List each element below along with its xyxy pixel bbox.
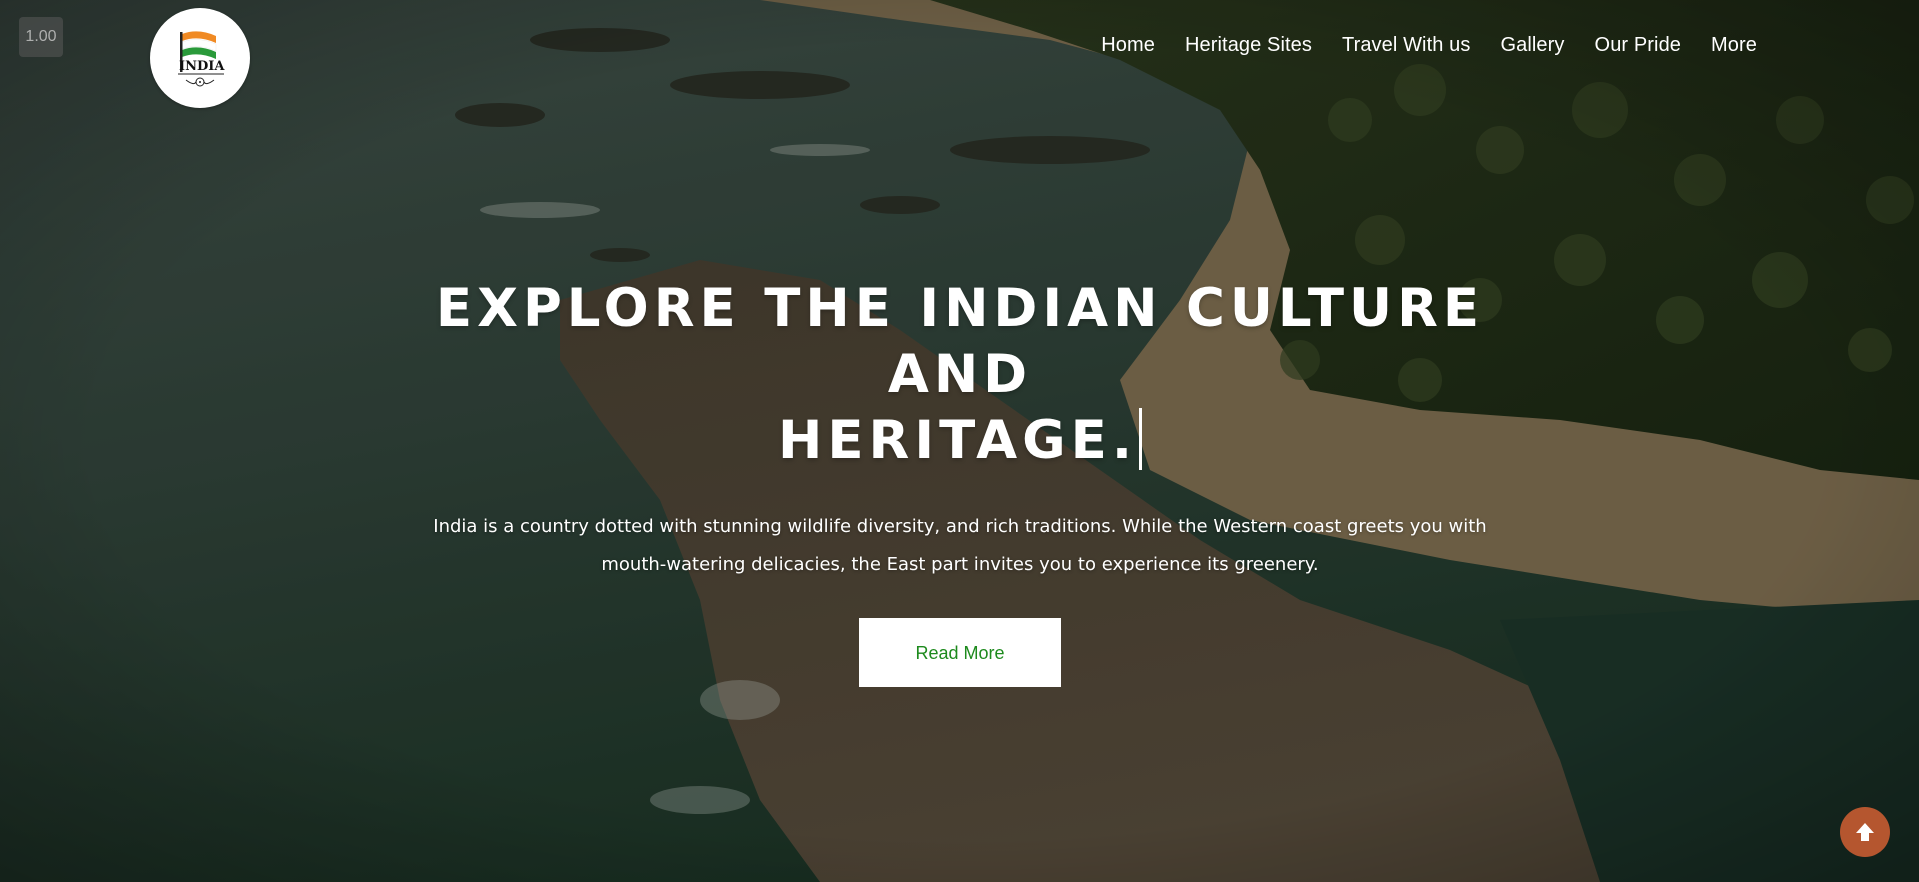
nav-item-heritage-sites[interactable]: Heritage Sites [1185, 34, 1312, 57]
scroll-to-top-button[interactable] [1840, 807, 1890, 857]
india-flag-logo-icon: INDIA [178, 31, 225, 87]
hero-section: 1.00 INDIA Home Heritage Sites Travel Wi… [0, 0, 1919, 882]
arrow-up-icon [1856, 823, 1874, 841]
typing-caret [1139, 408, 1142, 470]
logo-text: INDIA [179, 59, 225, 74]
main-navigation: Home Heritage Sites Travel With us Galle… [1071, 34, 1757, 57]
nav-item-home[interactable]: Home [1101, 34, 1155, 57]
hero-title: EXPLORE THE INDIAN CULTURE AND HERITAGE. [360, 276, 1560, 474]
site-logo[interactable]: INDIA [150, 8, 250, 108]
nav-item-travel-with-us[interactable]: Travel With us [1342, 34, 1470, 57]
hero-title-line-2: HERITAGE. [778, 410, 1137, 471]
nav-item-our-pride[interactable]: Our Pride [1595, 34, 1682, 57]
hero-content: EXPLORE THE INDIAN CULTURE AND HERITAGE.… [360, 276, 1560, 687]
read-more-button[interactable]: Read More [859, 618, 1061, 687]
nav-item-gallery[interactable]: Gallery [1500, 34, 1564, 57]
hero-description: India is a country dotted with stunning … [433, 516, 1487, 575]
hero-title-line-1: EXPLORE THE INDIAN CULTURE AND [435, 278, 1485, 405]
nav-item-more[interactable]: More [1711, 34, 1757, 57]
zoom-level-badge: 1.00 [19, 17, 63, 57]
